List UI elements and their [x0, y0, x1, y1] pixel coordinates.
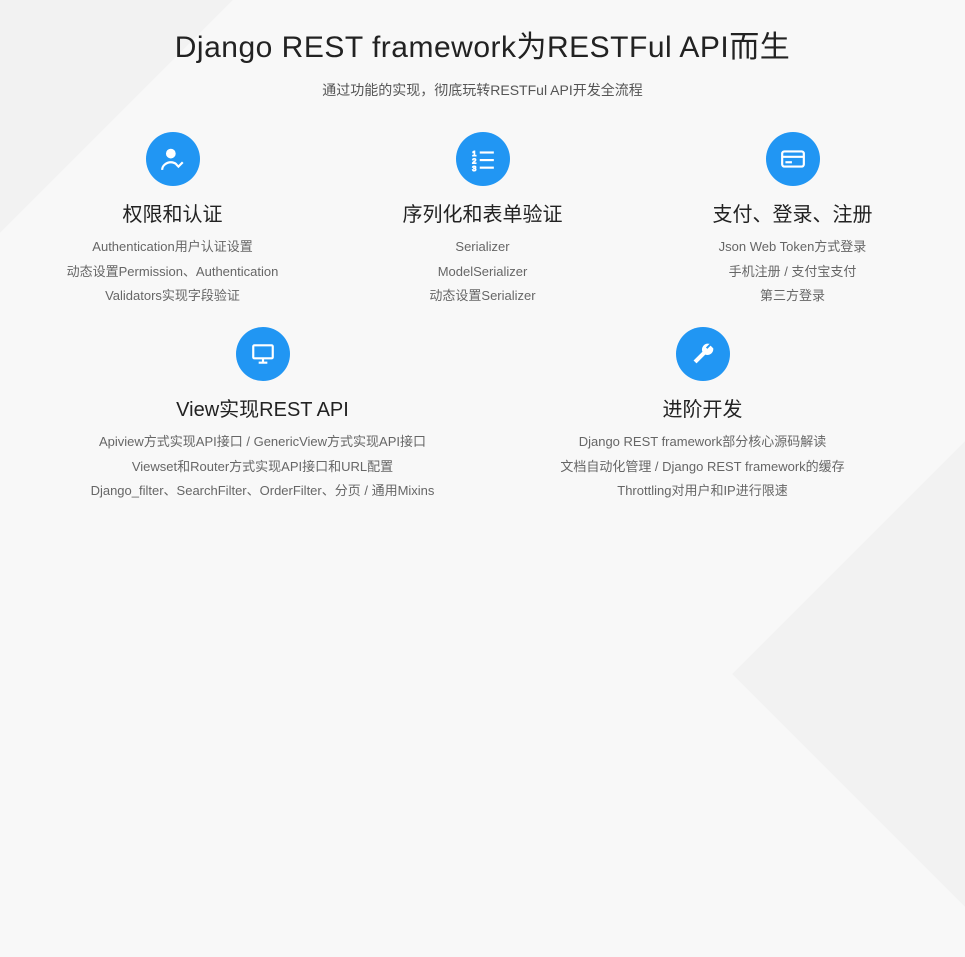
feature-serializer: 123 序列化和表单验证 Serializer ModelSerializer …: [333, 132, 633, 309]
feature-line: 动态设置Serializer: [333, 284, 633, 309]
feature-title: 支付、登录、注册: [643, 198, 943, 227]
feature-auth: 权限和认证 Authentication用户认证设置 动态设置Permissio…: [23, 132, 323, 309]
user-check-icon: [146, 132, 200, 186]
feature-line: Validators实现字段验证: [23, 284, 323, 309]
credit-card-icon: [766, 132, 820, 186]
feature-title: 进阶开发: [513, 393, 893, 422]
list-icon: 123: [456, 132, 510, 186]
feature-line: 第三方登录: [643, 284, 943, 309]
feature-row-top: 权限和认证 Authentication用户认证设置 动态设置Permissio…: [40, 132, 925, 309]
feature-title: View实现REST API: [73, 393, 453, 422]
feature-line: Django REST framework部分核心源码解读: [513, 430, 893, 455]
feature-line: 文档自动化管理 / Django REST framework的缓存: [513, 455, 893, 480]
page-title: Django REST framework为RESTFul API而生: [40, 22, 925, 66]
feature-line: ModelSerializer: [333, 260, 633, 285]
feature-payment: 支付、登录、注册 Json Web Token方式登录 手机注册 / 支付宝支付…: [643, 132, 943, 309]
feature-row-bottom: View实现REST API Apiview方式实现API接口 / Generi…: [40, 327, 925, 504]
svg-text:3: 3: [472, 164, 476, 172]
wrench-icon: [676, 327, 730, 381]
feature-view: View实现REST API Apiview方式实现API接口 / Generi…: [73, 327, 453, 504]
feature-title: 序列化和表单验证: [333, 198, 633, 227]
feature-line: Apiview方式实现API接口 / GenericView方式实现API接口: [73, 430, 453, 455]
feature-line: Serializer: [333, 235, 633, 260]
monitor-icon: [236, 327, 290, 381]
page-subtitle: 通过功能的实现，彻底玩转RESTFul API开发全流程: [40, 80, 925, 100]
feature-line: 动态设置Permission、Authentication: [23, 260, 323, 285]
feature-line: Throttling对用户和IP进行限速: [513, 479, 893, 504]
feature-line: Authentication用户认证设置: [23, 235, 323, 260]
feature-advanced: 进阶开发 Django REST framework部分核心源码解读 文档自动化…: [513, 327, 893, 504]
feature-line: Json Web Token方式登录: [643, 235, 943, 260]
feature-line: Viewset和Router方式实现API接口和URL配置: [73, 455, 453, 480]
feature-title: 权限和认证: [23, 198, 323, 227]
feature-line: Django_filter、SearchFilter、OrderFilter、分…: [73, 479, 453, 504]
feature-line: 手机注册 / 支付宝支付: [643, 260, 943, 285]
